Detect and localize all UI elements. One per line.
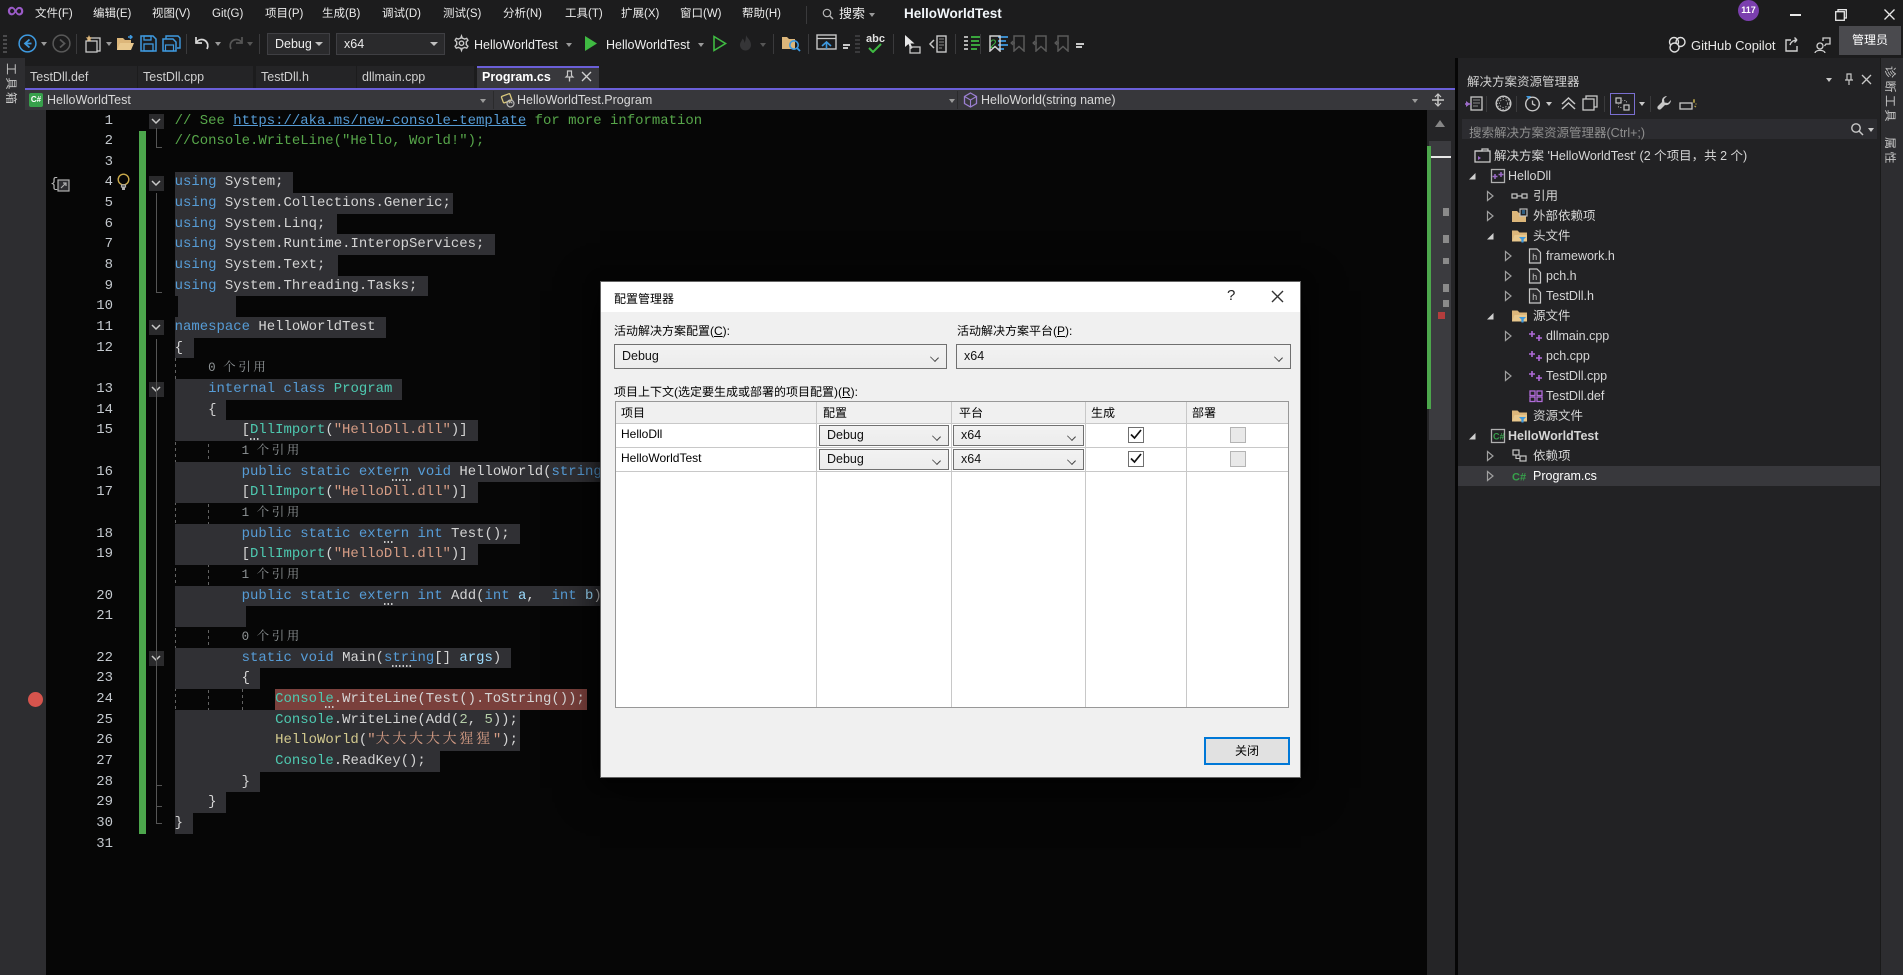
svg-text:h: h <box>1532 253 1537 263</box>
svg-text:h: h <box>1532 293 1537 303</box>
svg-text:C#: C# <box>1512 472 1526 484</box>
svg-text:h: h <box>1532 273 1537 283</box>
svg-text:C#: C# <box>1493 432 1505 442</box>
